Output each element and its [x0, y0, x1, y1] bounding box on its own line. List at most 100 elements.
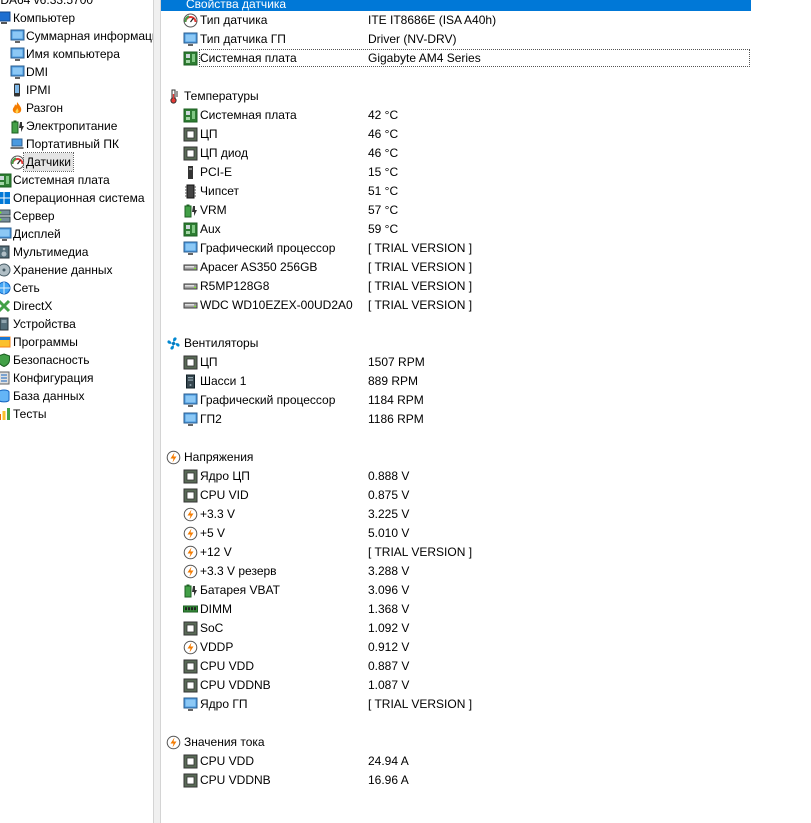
tree-item[interactable]: Программы — [0, 333, 153, 351]
sensor-row[interactable]: ЦП 46 °C — [161, 125, 761, 144]
sensor-row[interactable]: Батарея VBAT 3.096 V — [161, 581, 761, 600]
sensor-row[interactable]: R5MP128G8 [ TRIAL VERSION ] — [161, 277, 761, 296]
field-label: Тип датчика ГП — [200, 32, 286, 46]
sensor-row[interactable]: +12 V [ TRIAL VERSION ] — [161, 543, 761, 562]
group-label: Напряжения — [184, 450, 254, 464]
sensor-row[interactable]: Apacer AS350 256GB [ TRIAL VERSION ] — [161, 258, 761, 277]
sensor-row[interactable]: ЦП 1507 RPM — [161, 353, 761, 372]
field-value: 1.368 V — [368, 602, 410, 616]
field-label: R5MP128G8 — [200, 279, 270, 293]
group-header[interactable]: Значения тока — [161, 733, 761, 752]
sensor-row[interactable]: Чипсет 51 °C — [161, 182, 761, 201]
network-icon — [0, 281, 11, 295]
field-label: Тип датчика — [200, 13, 268, 27]
database-icon — [0, 389, 11, 403]
sensor-row[interactable]: Системная плата 42 °C — [161, 106, 761, 125]
tree-item-label: База данных — [13, 389, 85, 403]
sensor-row[interactable]: CPU VDD 0.887 V — [161, 657, 761, 676]
pcie-icon — [183, 165, 198, 180]
sensor-row[interactable]: +3.3 V резерв 3.288 V — [161, 562, 761, 581]
field-value: 42 °C — [368, 108, 399, 122]
tree-item[interactable]: IPMI — [0, 81, 153, 99]
chipset-icon — [183, 184, 198, 199]
tree-item[interactable]: Конфигурация — [0, 369, 153, 387]
sensor-row[interactable]: VDDP 0.912 V — [161, 638, 761, 657]
thermometer-icon — [166, 89, 181, 104]
sensor-row[interactable]: CPU VID 0.875 V — [161, 486, 761, 505]
sensor-row[interactable]: CPU VDDNB 1.087 V — [161, 676, 761, 695]
sensor-row[interactable]: Тип датчика ITE IT8686E (ISA A40h) — [161, 11, 761, 30]
sensor-row[interactable]: ГП2 1186 RPM — [161, 410, 761, 429]
group-header[interactable]: Напряжения — [161, 448, 761, 467]
field-value: [ TRIAL VERSION ] — [368, 697, 473, 711]
field-label: ЦП — [200, 127, 218, 141]
group-label: Вентиляторы — [184, 336, 259, 350]
sensor-row[interactable]: Тип датчика ГП Driver (NV-DRV) — [161, 30, 761, 49]
tree-item[interactable]: Имя компьютера — [0, 45, 153, 63]
group-header[interactable]: Температуры — [161, 87, 761, 106]
disk-icon — [183, 260, 198, 275]
cpu-icon — [183, 659, 198, 674]
tree-item[interactable]: Системная плата — [0, 171, 153, 189]
field-value: 3.096 V — [368, 583, 410, 597]
tree-item[interactable]: Дисплей — [0, 225, 153, 243]
tree-item[interactable]: База данных — [0, 387, 153, 405]
sensor-row[interactable]: CPU VDD 24.94 A — [161, 752, 761, 771]
tree-item[interactable]: DMI — [0, 63, 153, 81]
sensor-list[interactable]: Свойства датчика Тип датчика ITE IT8686E … — [161, 0, 811, 823]
cpu-icon — [183, 678, 198, 693]
tree-item-label: DirectX — [13, 299, 53, 313]
sensor-row[interactable]: +3.3 V 3.225 V — [161, 505, 761, 524]
sensor-row[interactable]: Aux 59 °C — [161, 220, 761, 239]
sensor-row[interactable]: WDC WD10EZEX-00UD2A0 [ TRIAL VERSION ] — [161, 296, 761, 315]
list-header-selected[interactable]: Свойства датчика — [161, 0, 751, 11]
tree-item[interactable]: Компьютер — [0, 9, 153, 27]
sensor-row[interactable]: Шасси 1 889 RPM — [161, 372, 761, 391]
gpu-icon — [183, 32, 198, 47]
tree-item[interactable]: AIDA64 v6.33.5700 — [0, 0, 153, 9]
field-value: 0.888 V — [368, 469, 410, 483]
sensor-tree[interactable]: AIDA64 v6.33.5700 Компьютер Суммарная инфо… — [0, 0, 153, 823]
sensor-row[interactable]: PCI-E 15 °C — [161, 163, 761, 182]
field-value: [ TRIAL VERSION ] — [368, 241, 473, 255]
tests-icon — [0, 407, 11, 421]
tree-item[interactable]: Устройства — [0, 315, 153, 333]
tree-item[interactable]: Тесты — [0, 405, 153, 423]
sensor-row[interactable]: VRM 57 °C — [161, 201, 761, 220]
sensor-row[interactable]: CPU VDDNB 16.96 A — [161, 771, 761, 790]
sensor-row[interactable]: +5 V 5.010 V — [161, 524, 761, 543]
tree-item[interactable]: Безопасность — [0, 351, 153, 369]
sensor-row[interactable]: Ядро ЦП 0.888 V — [161, 467, 761, 486]
tree-item[interactable]: Суммарная информация — [0, 27, 153, 45]
field-label: ЦП диод — [200, 146, 248, 160]
group-header[interactable]: Вентиляторы — [161, 334, 761, 353]
tree-item[interactable]: Мультимедиа — [0, 243, 153, 261]
tree-item[interactable]: Электропитание — [0, 117, 153, 135]
tree-item[interactable]: Разгон — [0, 99, 153, 117]
flame-icon — [10, 101, 24, 115]
tree-item-label: Датчики — [23, 152, 74, 172]
field-label: Батарея VBAT — [200, 583, 280, 597]
tree-item[interactable]: Портативный ПК — [0, 135, 153, 153]
tree-item[interactable]: Датчики — [0, 152, 153, 172]
field-value: 24.94 A — [368, 754, 409, 768]
sensor-row[interactable]: Графический процессор [ TRIAL VERSION ] — [161, 239, 761, 258]
sensor-row[interactable]: DIMM 1.368 V — [161, 600, 761, 619]
tree-item[interactable]: DirectX — [0, 297, 153, 315]
laptop-icon — [10, 137, 24, 151]
sensor-row[interactable]: Графический процессор 1184 RPM — [161, 391, 761, 410]
sensor-row[interactable]: Системная плата Gigabyte AM4 Series — [161, 49, 761, 68]
fan-icon — [166, 336, 181, 351]
sensor-row[interactable]: ЦП диод 46 °C — [161, 144, 761, 163]
sensor-row[interactable]: Ядро ГП [ TRIAL VERSION ] — [161, 695, 761, 714]
tree-item[interactable]: Сервер — [0, 207, 153, 225]
field-value: [ TRIAL VERSION ] — [368, 279, 473, 293]
tree-item[interactable]: Операционная система — [0, 189, 153, 207]
field-value: 46 °C — [368, 127, 399, 141]
tree-item[interactable]: Хранение данных — [0, 261, 153, 279]
tree-item[interactable]: Сеть — [0, 279, 153, 297]
gauge-icon — [183, 13, 198, 28]
pane-splitter[interactable] — [153, 0, 161, 823]
sensor-row[interactable]: SoC 1.092 V — [161, 619, 761, 638]
field-value: Gigabyte AM4 Series — [368, 51, 481, 65]
